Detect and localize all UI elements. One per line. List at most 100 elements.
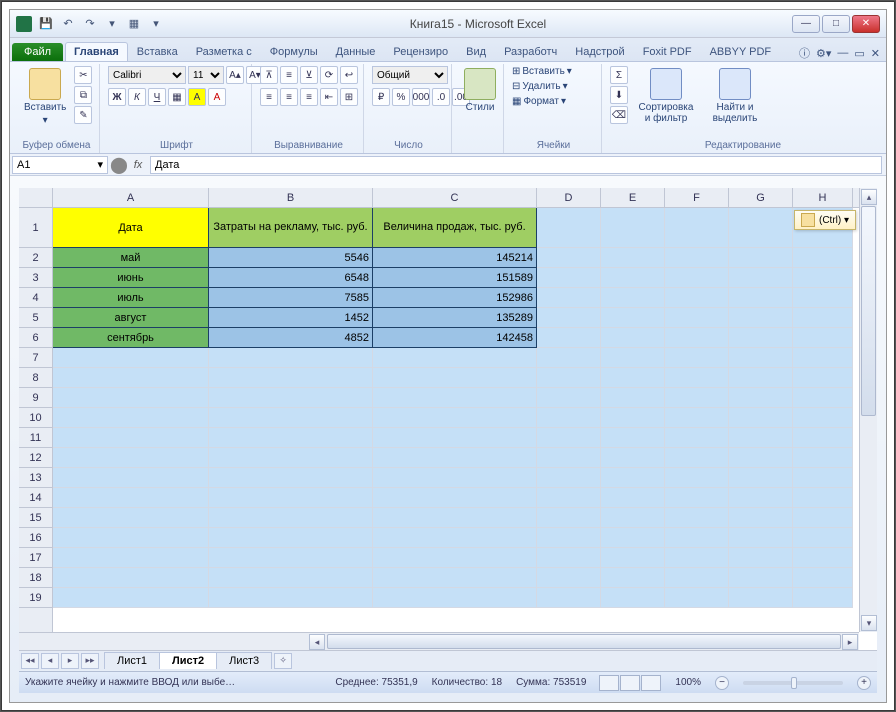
cell-D6[interactable] <box>537 328 601 348</box>
cell-A4[interactable]: июль <box>53 288 209 308</box>
cell-F18[interactable] <box>665 568 729 588</box>
ribbon-tab-10[interactable]: ABBYY PDF <box>701 42 781 61</box>
cell-C13[interactable] <box>373 468 537 488</box>
cell-C11[interactable] <box>373 428 537 448</box>
cell-D1[interactable] <box>537 208 601 248</box>
ribbon-tab-5[interactable]: Рецензиро <box>384 42 457 61</box>
cell-B4[interactable]: 7585 <box>209 288 373 308</box>
cell-F5[interactable] <box>665 308 729 328</box>
cell-A6[interactable]: сентябрь <box>53 328 209 348</box>
doc-close-icon[interactable]: ✕ <box>871 47 880 60</box>
cell-E14[interactable] <box>601 488 665 508</box>
cell-A16[interactable] <box>53 528 209 548</box>
cell-E15[interactable] <box>601 508 665 528</box>
cell-G13[interactable] <box>729 468 793 488</box>
cell-D4[interactable] <box>537 288 601 308</box>
qat-dd-icon[interactable]: ▾ <box>148 16 164 32</box>
clear-icon[interactable]: ⌫ <box>610 106 628 124</box>
cell-E8[interactable] <box>601 368 665 388</box>
cell-D15[interactable] <box>537 508 601 528</box>
cell-B10[interactable] <box>209 408 373 428</box>
cell-E1[interactable] <box>601 208 665 248</box>
cell-E6[interactable] <box>601 328 665 348</box>
qat-undo-icon[interactable]: ↶ <box>60 16 76 32</box>
cell-A15[interactable] <box>53 508 209 528</box>
ribbon-tab-2[interactable]: Разметка с <box>187 42 261 61</box>
row-header-12[interactable]: 12 <box>19 448 52 468</box>
orientation-icon[interactable]: ⟳ <box>320 66 338 84</box>
cell-F17[interactable] <box>665 548 729 568</box>
cell-B18[interactable] <box>209 568 373 588</box>
col-header-B[interactable]: B <box>209 188 373 207</box>
col-header-D[interactable]: D <box>537 188 601 207</box>
row-header-16[interactable]: 16 <box>19 528 52 548</box>
cell-G5[interactable] <box>729 308 793 328</box>
ribbon-tab-9[interactable]: Foxit PDF <box>634 42 701 61</box>
row-header-2[interactable]: 2 <box>19 248 52 268</box>
cell-A1[interactable]: Дата <box>53 208 209 248</box>
cell-D5[interactable] <box>537 308 601 328</box>
cell-A9[interactable] <box>53 388 209 408</box>
cell-E9[interactable] <box>601 388 665 408</box>
cell-A5[interactable]: август <box>53 308 209 328</box>
cell-C7[interactable] <box>373 348 537 368</box>
comma-icon[interactable]: 000 <box>412 88 430 106</box>
cell-A13[interactable] <box>53 468 209 488</box>
cell-E13[interactable] <box>601 468 665 488</box>
view-switcher[interactable] <box>600 675 661 691</box>
cell-G2[interactable] <box>729 248 793 268</box>
cell-H16[interactable] <box>793 528 853 548</box>
cell-H18[interactable] <box>793 568 853 588</box>
qat-table-icon[interactable]: ▦ <box>126 16 142 32</box>
cell-E7[interactable] <box>601 348 665 368</box>
cell-F15[interactable] <box>665 508 729 528</box>
cell-E19[interactable] <box>601 588 665 608</box>
cell-B5[interactable]: 1452 <box>209 308 373 328</box>
cell-D11[interactable] <box>537 428 601 448</box>
row-header-14[interactable]: 14 <box>19 488 52 508</box>
cell-G18[interactable] <box>729 568 793 588</box>
row-header-3[interactable]: 3 <box>19 268 52 288</box>
cell-D14[interactable] <box>537 488 601 508</box>
cell-C5[interactable]: 135289 <box>373 308 537 328</box>
border-icon[interactable]: ▦ <box>168 88 186 106</box>
cell-D10[interactable] <box>537 408 601 428</box>
scroll-down-icon[interactable]: ▾ <box>861 615 877 631</box>
cell-F1[interactable] <box>665 208 729 248</box>
cell-F8[interactable] <box>665 368 729 388</box>
cell-C10[interactable] <box>373 408 537 428</box>
cell-H14[interactable] <box>793 488 853 508</box>
cell-B16[interactable] <box>209 528 373 548</box>
name-box[interactable]: A1▾ <box>12 156 108 174</box>
cell-D17[interactable] <box>537 548 601 568</box>
scroll-up-icon[interactable]: ▴ <box>861 189 877 205</box>
sum-icon[interactable]: Σ <box>610 66 628 84</box>
cells-format-button[interactable]: ▦ Формат ▾ <box>512 96 566 107</box>
qat-save-icon[interactable]: 💾 <box>38 16 54 32</box>
copy-icon[interactable]: ⧉ <box>74 86 92 104</box>
row-header-5[interactable]: 5 <box>19 308 52 328</box>
cell-G1[interactable] <box>729 208 793 248</box>
cell-B15[interactable] <box>209 508 373 528</box>
cell-A14[interactable] <box>53 488 209 508</box>
cell-G19[interactable] <box>729 588 793 608</box>
cell-C16[interactable] <box>373 528 537 548</box>
cell-H4[interactable] <box>793 288 853 308</box>
sort-filter-button[interactable]: Сортировка и фильтр <box>632 66 700 126</box>
row-header-7[interactable]: 7 <box>19 348 52 368</box>
cell-G3[interactable] <box>729 268 793 288</box>
number-format-select[interactable]: Общий <box>372 66 448 84</box>
cell-F6[interactable] <box>665 328 729 348</box>
cell-A18[interactable] <box>53 568 209 588</box>
cell-C19[interactable] <box>373 588 537 608</box>
cell-G11[interactable] <box>729 428 793 448</box>
vertical-scrollbar[interactable]: ▴ ▾ <box>859 188 877 632</box>
cell-G16[interactable] <box>729 528 793 548</box>
cell-H7[interactable] <box>793 348 853 368</box>
cell-F14[interactable] <box>665 488 729 508</box>
fx-cancel-icon[interactable]: ⬤ <box>110 155 126 175</box>
cell-D13[interactable] <box>537 468 601 488</box>
ribbon-tab-1[interactable]: Вставка <box>128 42 187 61</box>
cell-D3[interactable] <box>537 268 601 288</box>
cell-D16[interactable] <box>537 528 601 548</box>
